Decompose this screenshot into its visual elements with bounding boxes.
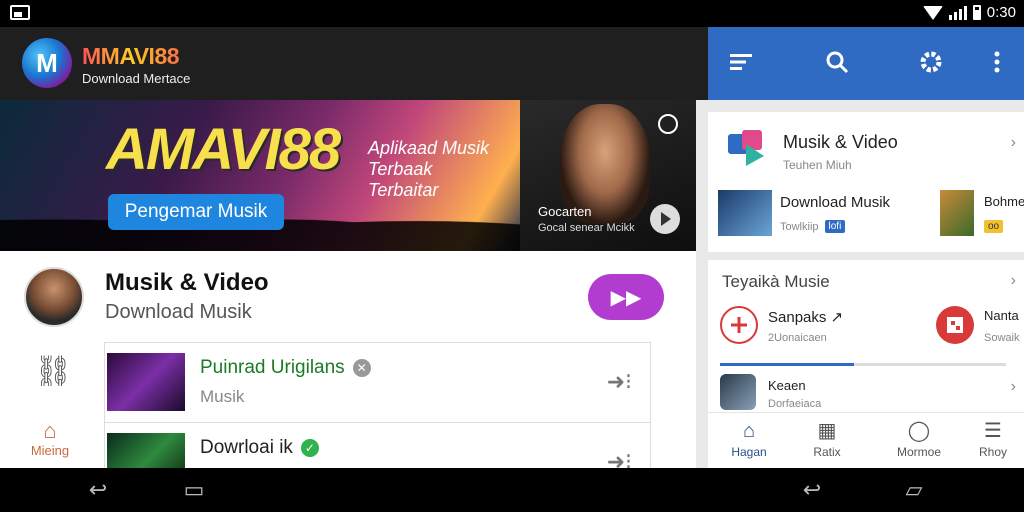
card-title: Musik & Video: [783, 132, 898, 152]
clock: 0:30: [986, 4, 1016, 21]
featured-title: Gocarten: [538, 204, 592, 219]
signal-icon: [948, 5, 967, 20]
track-list: Puinrad Urigilans ✕ Musik ➜⁝ Dowrloai ik…: [104, 342, 651, 503]
banner-cta-button[interactable]: Pengemar Musik: [108, 194, 284, 230]
avatar[interactable]: [24, 267, 84, 327]
tagline-line-3: Terbaitar: [368, 180, 439, 200]
list-item[interactable]: Puinrad Urigilans ✕ Musik ➜⁝: [105, 343, 650, 423]
chevron-right-icon[interactable]: ›: [1011, 134, 1016, 152]
hero-banner[interactable]: AMAVI88 Aplikaad Musik Terbaak Terbaitar…: [0, 100, 520, 251]
track-title-text: Puinrad Urigilans: [200, 357, 345, 378]
tagline-line-2: Terbaak: [368, 159, 433, 179]
grid-icon: ▦: [817, 420, 837, 442]
track-title-text: Dowrloai ik: [200, 437, 293, 458]
featured-subtitle: Gocal senear Mcikk: [538, 222, 635, 234]
nav-item-home[interactable]: ⌂ Hagan: [714, 419, 784, 459]
link-icon[interactable]: ⛓: [34, 356, 72, 388]
section-title: Musik & Video: [105, 269, 269, 296]
lines-icon: ☰: [984, 420, 1002, 442]
app-logo[interactable]: M: [22, 38, 72, 88]
item-meta: Towlkiip lofi: [780, 220, 846, 233]
tagline-line-1: Aplikaad Musik: [368, 138, 490, 158]
check-icon: ✓: [300, 439, 319, 457]
item-subtitle: Towlkiip: [780, 220, 819, 233]
progress-fill: [720, 363, 855, 366]
play-icon[interactable]: [650, 204, 680, 234]
more-vert-icon[interactable]: [984, 49, 1010, 75]
status-bar: 0:30: [0, 0, 1024, 27]
brand-name: MMAVI88: [82, 43, 180, 69]
section-subtitle: Download Musik: [105, 301, 252, 323]
card-title: Teyaikà Musie: [722, 272, 830, 291]
track-subtitle: Musik: [200, 387, 245, 406]
track-thumbnail: [107, 353, 185, 411]
home-icon: ⌂: [43, 418, 57, 443]
main-content: Musik & Video Download Musik ▶▶ ⛓ ⌂ Miei…: [0, 251, 696, 503]
item-meta: oo: [984, 220, 1004, 233]
recents-icon[interactable]: ▱: [898, 478, 930, 502]
nav-label: Mormoe: [896, 445, 941, 459]
screen-cast-icon: [10, 5, 30, 20]
track-thumbnail: [720, 374, 756, 410]
playlist-icon[interactable]: [936, 306, 974, 344]
item-subtitle: Sowaik: [984, 332, 1020, 344]
fast-forward-button[interactable]: ▶▶: [588, 274, 664, 320]
menu-icon[interactable]: [728, 49, 754, 75]
back-icon[interactable]: ↩: [82, 478, 114, 502]
chevron-right-icon[interactable]: ›: [1011, 272, 1016, 290]
battery-icon: [972, 5, 981, 20]
progress-bar: [720, 363, 1006, 366]
home-label: Mieing: [30, 443, 70, 458]
nav-label: Ratix: [813, 445, 841, 459]
item-title[interactable]: Sanpaks ↗: [768, 308, 843, 326]
track-thumbnail: [718, 190, 772, 236]
nav-item-menu[interactable]: ☰ Rhoy: [958, 419, 1024, 459]
trending-music-card[interactable]: Teyaikà Musie › Sanpaks ↗ 2Uonaicaen Nan…: [708, 260, 1024, 412]
chevron-right-icon[interactable]: ›: [1011, 378, 1016, 396]
bottom-navigation: ⌂ Hagan ▦ Ratix ◯ Mormoe ☰ Rhoy: [708, 412, 1024, 468]
banner-tagline: Aplikaad Musik Terbaak Terbaitar: [368, 138, 518, 201]
add-icon[interactable]: [720, 306, 758, 344]
banner-headline: AMAVI88: [106, 117, 341, 182]
track-title: Puinrad Urigilans ✕: [200, 357, 371, 379]
item-title[interactable]: Keaen: [768, 378, 806, 393]
music-app-icon: [724, 126, 772, 170]
system-nav-bar: ↩ ▭ ↩ ▱: [0, 468, 1024, 512]
logo-letter: M: [36, 47, 58, 78]
back-icon[interactable]: ↩: [796, 478, 828, 502]
item-title[interactable]: Download Musik: [780, 194, 890, 211]
gear-icon[interactable]: [918, 49, 944, 75]
featured-video-card[interactable]: Gocarten Gocal senear Mcikk: [520, 100, 696, 251]
nav-label: Rhoy: [978, 445, 1007, 459]
forward-icon[interactable]: ➜⁝: [607, 369, 632, 395]
close-icon[interactable]: ✕: [352, 359, 371, 377]
track-title: Dowrloai ik ✓: [200, 437, 319, 459]
item-title[interactable]: Bohme: [984, 194, 1024, 209]
nav-item-grid[interactable]: ▦ Ratix: [792, 419, 862, 459]
item-subtitle: Dorfaeiaca: [768, 398, 822, 410]
item-title[interactable]: Nanta: [984, 308, 1019, 323]
nav-item-comments[interactable]: ◯ Mormoe: [884, 419, 954, 459]
card-subtitle: Teuhen Miuh: [783, 158, 852, 172]
recents-icon[interactable]: ▭: [178, 478, 210, 502]
item-subtitle: 2Uonaicaen: [768, 332, 827, 344]
music-video-card[interactable]: Musik & Video Teuhen Miuh › Download Mus…: [708, 112, 1024, 252]
item-chip: lofi: [824, 220, 846, 233]
search-icon[interactable]: [824, 49, 850, 75]
app-header: M MMAVI88 Download Mertace: [0, 27, 708, 100]
comment-icon: ◯: [907, 420, 931, 442]
clock-icon: [658, 114, 678, 134]
item-chip: oo: [984, 220, 1004, 233]
home-nav-item[interactable]: ⌂ Mieing: [20, 418, 80, 459]
track-thumbnail: [940, 190, 974, 236]
wifi-icon: [922, 5, 943, 20]
brand-subtitle: Download Mertace: [82, 71, 191, 86]
home-icon: ⌂: [742, 420, 756, 442]
panel-header: [708, 27, 1024, 100]
nav-label: Hagan: [731, 445, 767, 459]
